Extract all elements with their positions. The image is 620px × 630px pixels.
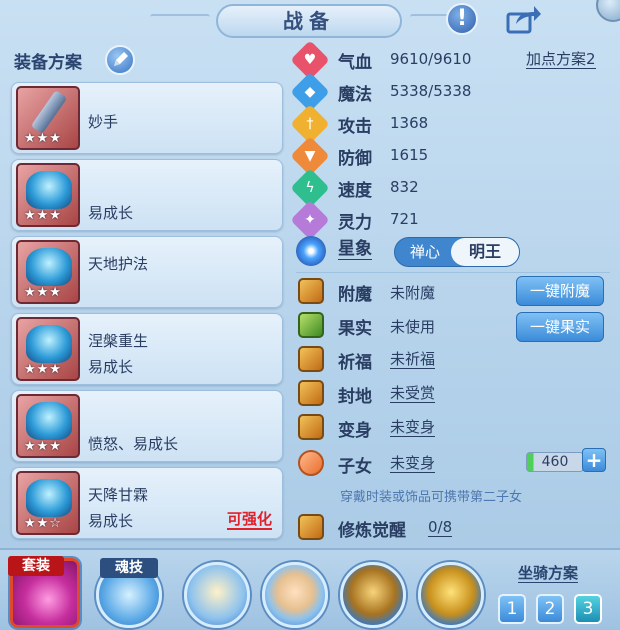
mount-plan-3-button[interactable]: 3 xyxy=(574,594,602,624)
stat-spirit: ✦ 灵力 721 xyxy=(290,200,616,240)
row-fief: 封地 未受赏 xyxy=(296,378,616,410)
edit-plan-button[interactable] xyxy=(105,45,135,75)
equipment-effect: 涅槃重生 xyxy=(88,332,149,350)
soul-skill-label: 魂技 xyxy=(100,558,158,578)
stat-mp: ◆ 魔法 5338/5338 xyxy=(290,72,616,112)
row-fruit: 果实 未使用 一键果实 xyxy=(296,310,616,342)
toggle-option-chanxin[interactable]: 禅心 xyxy=(395,238,455,266)
fief-icon xyxy=(298,380,324,406)
constellation-label[interactable]: 星象 xyxy=(338,239,372,260)
equipment-plan-title: 装备方案 xyxy=(14,53,82,73)
star-icon xyxy=(296,236,326,266)
game-window: 战备 ! 装备方案 ★★★ 妙手 ★★★ 易成长 ★★★ 天地护法 ★★★ 涅槃… xyxy=(0,0,620,630)
page-title: 战备 xyxy=(216,4,402,38)
equipment-slot-boots[interactable]: ★★☆ 天降甘霖 易成长 可强化 xyxy=(11,467,283,539)
partner-slot-4[interactable] xyxy=(418,562,484,628)
equipment-effect: 妙手 xyxy=(88,113,119,131)
upgradable-link[interactable]: 可强化 xyxy=(226,510,272,530)
stat-attack: † 攻击 1368 xyxy=(290,104,616,144)
stat-defense: ▼ 防御 1615 xyxy=(290,136,616,176)
necklace-icon: ★★★ xyxy=(16,240,80,304)
child-add-button[interactable]: + xyxy=(582,448,606,472)
row-child: 子女 未变身 460 + xyxy=(296,448,616,480)
equipment-effect-2: 易成长 xyxy=(88,512,134,530)
helmet-icon: ★★★ xyxy=(16,163,80,227)
transform-icon xyxy=(298,414,324,440)
cultivation-icon xyxy=(298,514,324,540)
toggle-option-mingwang[interactable]: 明王 xyxy=(451,238,519,266)
stat-hp: ♥ 气血 9610/9610 xyxy=(290,40,616,80)
child-count-bar: 460 xyxy=(526,452,584,472)
row-cultivation: 修炼觉醒 0/8 xyxy=(296,512,616,544)
partner-slot-1[interactable] xyxy=(184,562,250,628)
help-button[interactable]: ! xyxy=(446,3,478,35)
mount-plan-1-button[interactable]: 1 xyxy=(498,594,526,624)
boots-icon: ★★☆ xyxy=(16,471,80,535)
pencil-icon xyxy=(114,52,128,66)
belt-icon: ★★★ xyxy=(16,394,80,458)
partner-slot-3[interactable] xyxy=(340,562,406,628)
bless-icon xyxy=(298,346,324,372)
divider xyxy=(296,272,610,273)
equipment-effect: 易成长 xyxy=(88,204,134,222)
child-icon xyxy=(298,450,324,476)
weapon-icon: ★★★ xyxy=(16,86,80,150)
row-enchant: 附魔 未附魔 一键附魔 xyxy=(296,276,616,308)
stat-speed: ϟ 速度 832 xyxy=(290,168,616,208)
constellation-row: 星象 禅心 明王 xyxy=(296,234,616,268)
equipment-slot-weapon[interactable]: ★★★ 妙手 xyxy=(11,82,283,154)
partner-slot-2[interactable] xyxy=(262,562,328,628)
equipment-slot-belt[interactable]: ★★★ 愤怒、易成长 xyxy=(11,390,283,462)
mount-plan-title[interactable]: 坐骑方案 xyxy=(518,564,579,583)
outfit-set-label: 套装 xyxy=(8,556,64,576)
close-orb-icon[interactable] xyxy=(596,0,620,22)
bottom-bar: 套装 魂技 坐骑方案 1 2 3 xyxy=(0,548,620,630)
auto-enchant-button[interactable]: 一键附魔 xyxy=(516,276,604,306)
row-bless: 祈福 未祈福 xyxy=(296,344,616,376)
fruit-icon xyxy=(298,312,324,338)
enchant-icon xyxy=(298,278,324,304)
equipment-slot-armor[interactable]: ★★★ 涅槃重生 易成长 xyxy=(11,313,283,385)
equipment-effect: 天地护法 xyxy=(88,255,149,273)
equipment-effect: 天降甘霖 xyxy=(88,486,149,504)
equipment-slot-necklace[interactable]: ★★★ 天地护法 xyxy=(11,236,283,308)
equipment-panel: 装备方案 ★★★ 妙手 ★★★ 易成长 ★★★ 天地护法 ★★★ 涅槃重生 易成… xyxy=(6,40,286,546)
child-hint-text: 穿戴时装或饰品可携带第二子女 xyxy=(340,490,523,505)
share-icon[interactable] xyxy=(506,4,542,34)
armor-icon: ★★★ xyxy=(16,317,80,381)
constellation-toggle[interactable]: 禅心 明王 xyxy=(394,237,520,267)
auto-fruit-button[interactable]: 一键果实 xyxy=(516,312,604,342)
row-transform: 变身 未变身 xyxy=(296,412,616,444)
mount-plan-2-button[interactable]: 2 xyxy=(536,594,564,624)
title-ornament-left xyxy=(150,14,210,20)
equipment-slot-helmet[interactable]: ★★★ 易成长 xyxy=(11,159,283,231)
equipment-effect: 愤怒、易成长 xyxy=(88,435,179,453)
equipment-effect-2: 易成长 xyxy=(88,358,134,376)
